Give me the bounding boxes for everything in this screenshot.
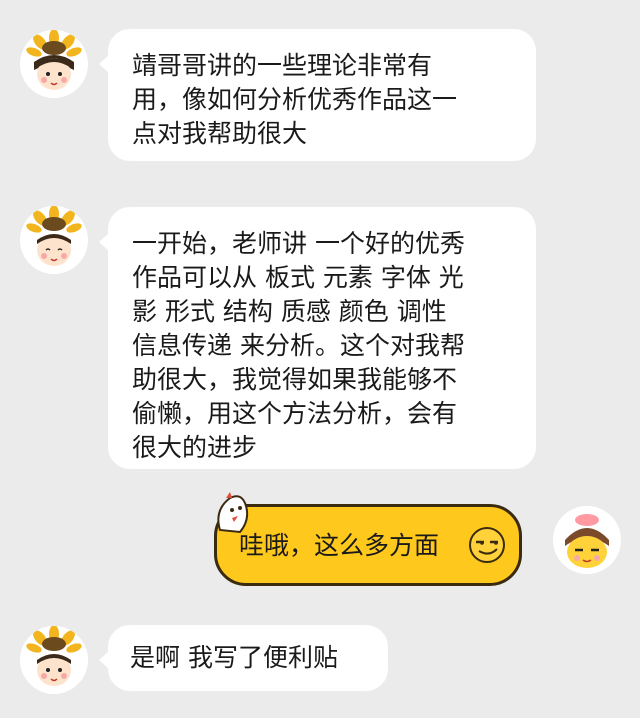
message-text: 哇哦，这么多方面 — [239, 531, 440, 560]
message-bubble[interactable]: 靖哥哥讲的一些理论非常有 用，像如何分析优秀作品这一 点对我帮助很大 — [99, 29, 536, 161]
message-text: 是啊 我写了便利贴 — [130, 643, 338, 672]
smirk-emoji-icon — [469, 527, 505, 563]
message-bubble[interactable]: 一开始，老师讲 一个好的优秀 作品可以从 板式 元素 字体 光 影 形式 结构 … — [99, 207, 536, 469]
message-text: 靖哥哥讲的一些理论非常有 用，像如何分析优秀作品这一 点对我帮助很大 — [132, 51, 458, 148]
message-bubble[interactable]: 是啊 我写了便利贴 — [99, 625, 388, 691]
sunflower-girl-avatar[interactable] — [20, 206, 88, 274]
sunflower-girl-avatar[interactable] — [20, 626, 88, 694]
chick-sticker-icon — [217, 492, 249, 534]
chick-girl-avatar[interactable] — [553, 506, 621, 574]
message-bubble-sent[interactable]: 哇哦，这么多方面 — [214, 504, 522, 586]
message-text: 一开始，老师讲 一个好的优秀 作品可以从 板式 元素 字体 光 影 形式 结构 … — [132, 229, 465, 462]
sunflower-girl-avatar[interactable] — [20, 30, 88, 98]
